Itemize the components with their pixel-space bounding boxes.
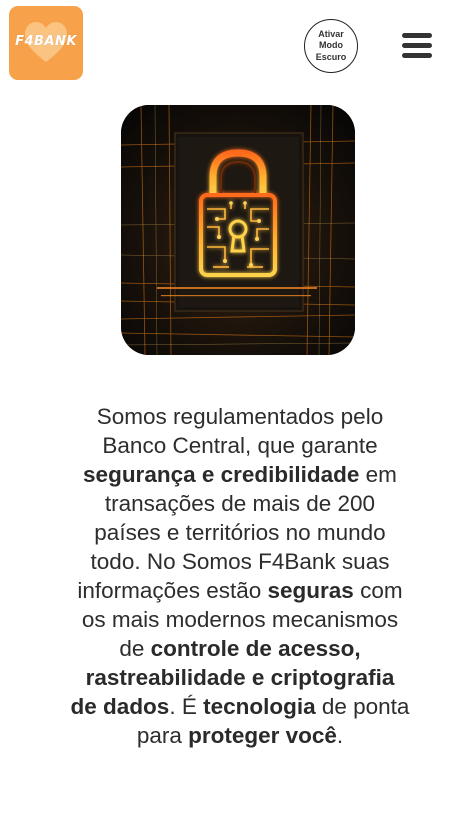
padlock-circuit-illustration <box>121 105 355 355</box>
security-padlock-image <box>121 105 355 355</box>
hamburger-menu-icon[interactable] <box>400 31 434 61</box>
highlight-tecnologia: tecnologia <box>203 694 316 719</box>
highlight-seguras: seguras <box>267 578 354 603</box>
f4bank-logo[interactable]: F4BANK <box>9 6 83 80</box>
menu-bar <box>402 53 432 58</box>
logo-text: F4BANK <box>15 34 77 49</box>
text-part: . <box>336 723 344 748</box>
dark-mode-toggle-button[interactable]: Ativar Modo Escuro <box>304 19 358 73</box>
menu-bar <box>402 33 432 38</box>
page: F4BANK Ativar Modo Escuro Somos regulame… <box>0 0 451 817</box>
highlight-proteger: proteger você <box>188 723 337 748</box>
security-description: Somos regulamentados pelo Banco Central,… <box>70 402 410 750</box>
highlight-seguranca: segurança e credibilidade <box>83 462 360 487</box>
text-part: Somos regulamentados pelo Banco Central,… <box>96 404 384 458</box>
text-part: . É <box>169 694 204 719</box>
menu-bar <box>402 43 432 48</box>
